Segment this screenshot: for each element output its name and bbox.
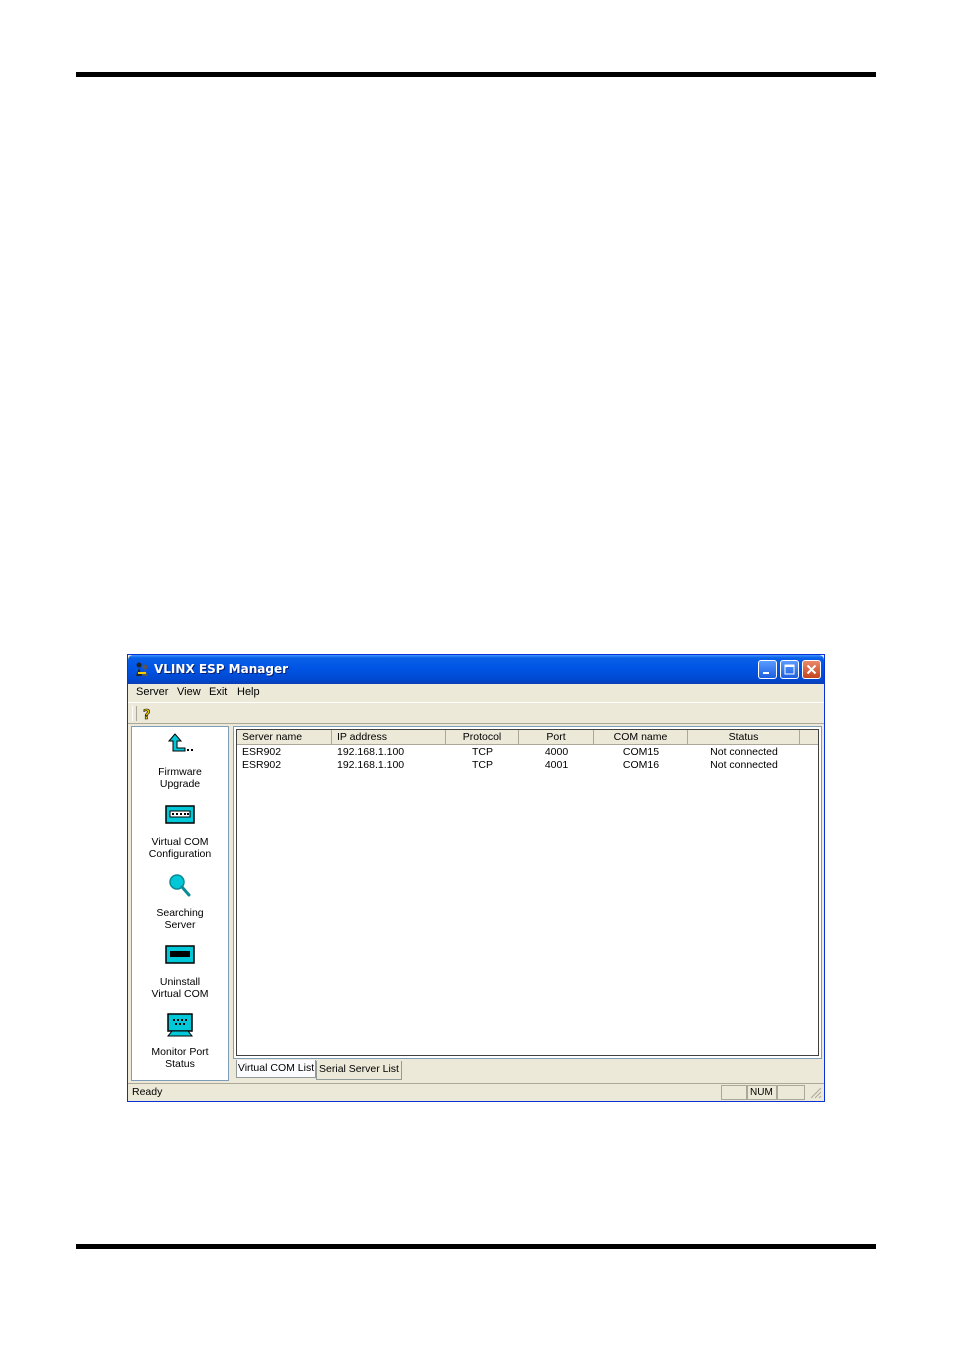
menu-bar: Server View Exit Help [128,684,824,702]
status-num-indicator: NUM [747,1085,777,1100]
cell-com-name: COM16 [622,759,660,771]
cell-port: 4000 [544,746,569,758]
list-tabs: Virtual COM List Serial Server List [233,1059,822,1080]
status-bar: Ready NUM [128,1083,824,1101]
sidebar-item-monitor-port-status[interactable]: Monitor Port Status [132,1011,228,1070]
maximize-button[interactable] [780,660,799,679]
column-header-status[interactable]: Status [688,730,800,744]
minimize-button[interactable] [758,660,777,679]
server-list-panel: Server name IP address Protocol Port COM… [233,726,822,1059]
app-icon [136,662,148,676]
cell-ip-address: 192.168.1.100 [337,746,405,758]
serial-connector-icon [165,805,195,824]
action-sidebar: Firmware Upgrade Virtual COM Configurati… [131,726,229,1081]
help-button[interactable]: ? [138,705,156,724]
menu-help[interactable]: Help [237,686,260,698]
menu-server[interactable]: Server [136,686,168,698]
cell-port: 4001 [544,759,569,771]
cell-server-name: ESR902 [242,759,282,771]
help-question-icon: ? [143,708,151,724]
close-button[interactable] [802,660,821,679]
menu-view[interactable]: View [177,686,201,698]
sidebar-item-searching-server[interactable]: Searching Server [132,872,228,931]
uninstall-connector-icon [165,945,195,964]
cell-server-name: ESR902 [242,746,282,758]
column-header-ip-address[interactable]: IP address [332,730,446,744]
menu-exit[interactable]: Exit [209,686,227,698]
magnifier-icon [169,874,191,897]
monitor-icon [166,1013,194,1037]
table-row[interactable]: ESR902 192.168.1.100 TCP 4000 COM15 Not … [237,746,818,759]
cell-protocol: TCP [472,759,493,771]
sidebar-item-label: Firmware Upgrade [158,766,202,790]
server-list-view[interactable]: Server name IP address Protocol Port COM… [236,729,819,1056]
column-header-server-name[interactable]: Server name [237,730,332,744]
app-window: VLINX ESP Manager Server View Exit Help … [127,654,825,1102]
cell-ip-address: 192.168.1.100 [337,759,405,771]
sidebar-item-uninstall-virtual-com[interactable]: Uninstall Virtual COM [132,941,228,1000]
table-row[interactable]: ESR902 192.168.1.100 TCP 4001 COM16 Not … [237,759,818,772]
tab-virtual-com-list[interactable]: Virtual COM List [236,1060,316,1078]
page-top-rule [76,72,876,77]
toolbar: ? [128,702,824,724]
resize-grip-icon[interactable] [810,1087,822,1099]
cell-status: Not connected [710,759,778,771]
maximize-icon [784,664,795,675]
column-header-com-name[interactable]: COM name [594,730,688,744]
cell-com-name: COM15 [622,746,660,758]
firmware-upgrade-icon [167,733,193,752]
sidebar-item-firmware-upgrade[interactable]: Firmware Upgrade [132,731,228,790]
page-bottom-rule [76,1244,876,1249]
status-pane-empty [721,1085,747,1100]
sidebar-item-label: Uninstall Virtual COM [151,976,209,1000]
close-icon [806,664,817,675]
toolbar-grip[interactable] [132,706,137,721]
table-header: Server name IP address Protocol Port COM… [237,730,818,745]
sidebar-item-label: Virtual COM Configuration [148,836,212,860]
column-header-protocol[interactable]: Protocol [446,730,519,744]
sidebar-item-label: Monitor Port Status [151,1046,209,1070]
cell-protocol: TCP [472,746,493,758]
title-bar[interactable]: VLINX ESP Manager [128,655,824,684]
status-text: Ready [132,1086,163,1098]
minimize-icon [763,672,769,674]
sidebar-item-label: Searching Server [156,907,204,931]
cell-status: Not connected [710,746,778,758]
tab-serial-server-list[interactable]: Serial Server List [316,1061,402,1080]
status-pane-scroll [777,1085,805,1100]
sidebar-item-virtual-com-configuration[interactable]: Virtual COM Configuration [132,801,228,860]
svg-text:?: ? [143,708,151,722]
window-title: VLINX ESP Manager [154,662,289,676]
column-header-port[interactable]: Port [519,730,594,744]
